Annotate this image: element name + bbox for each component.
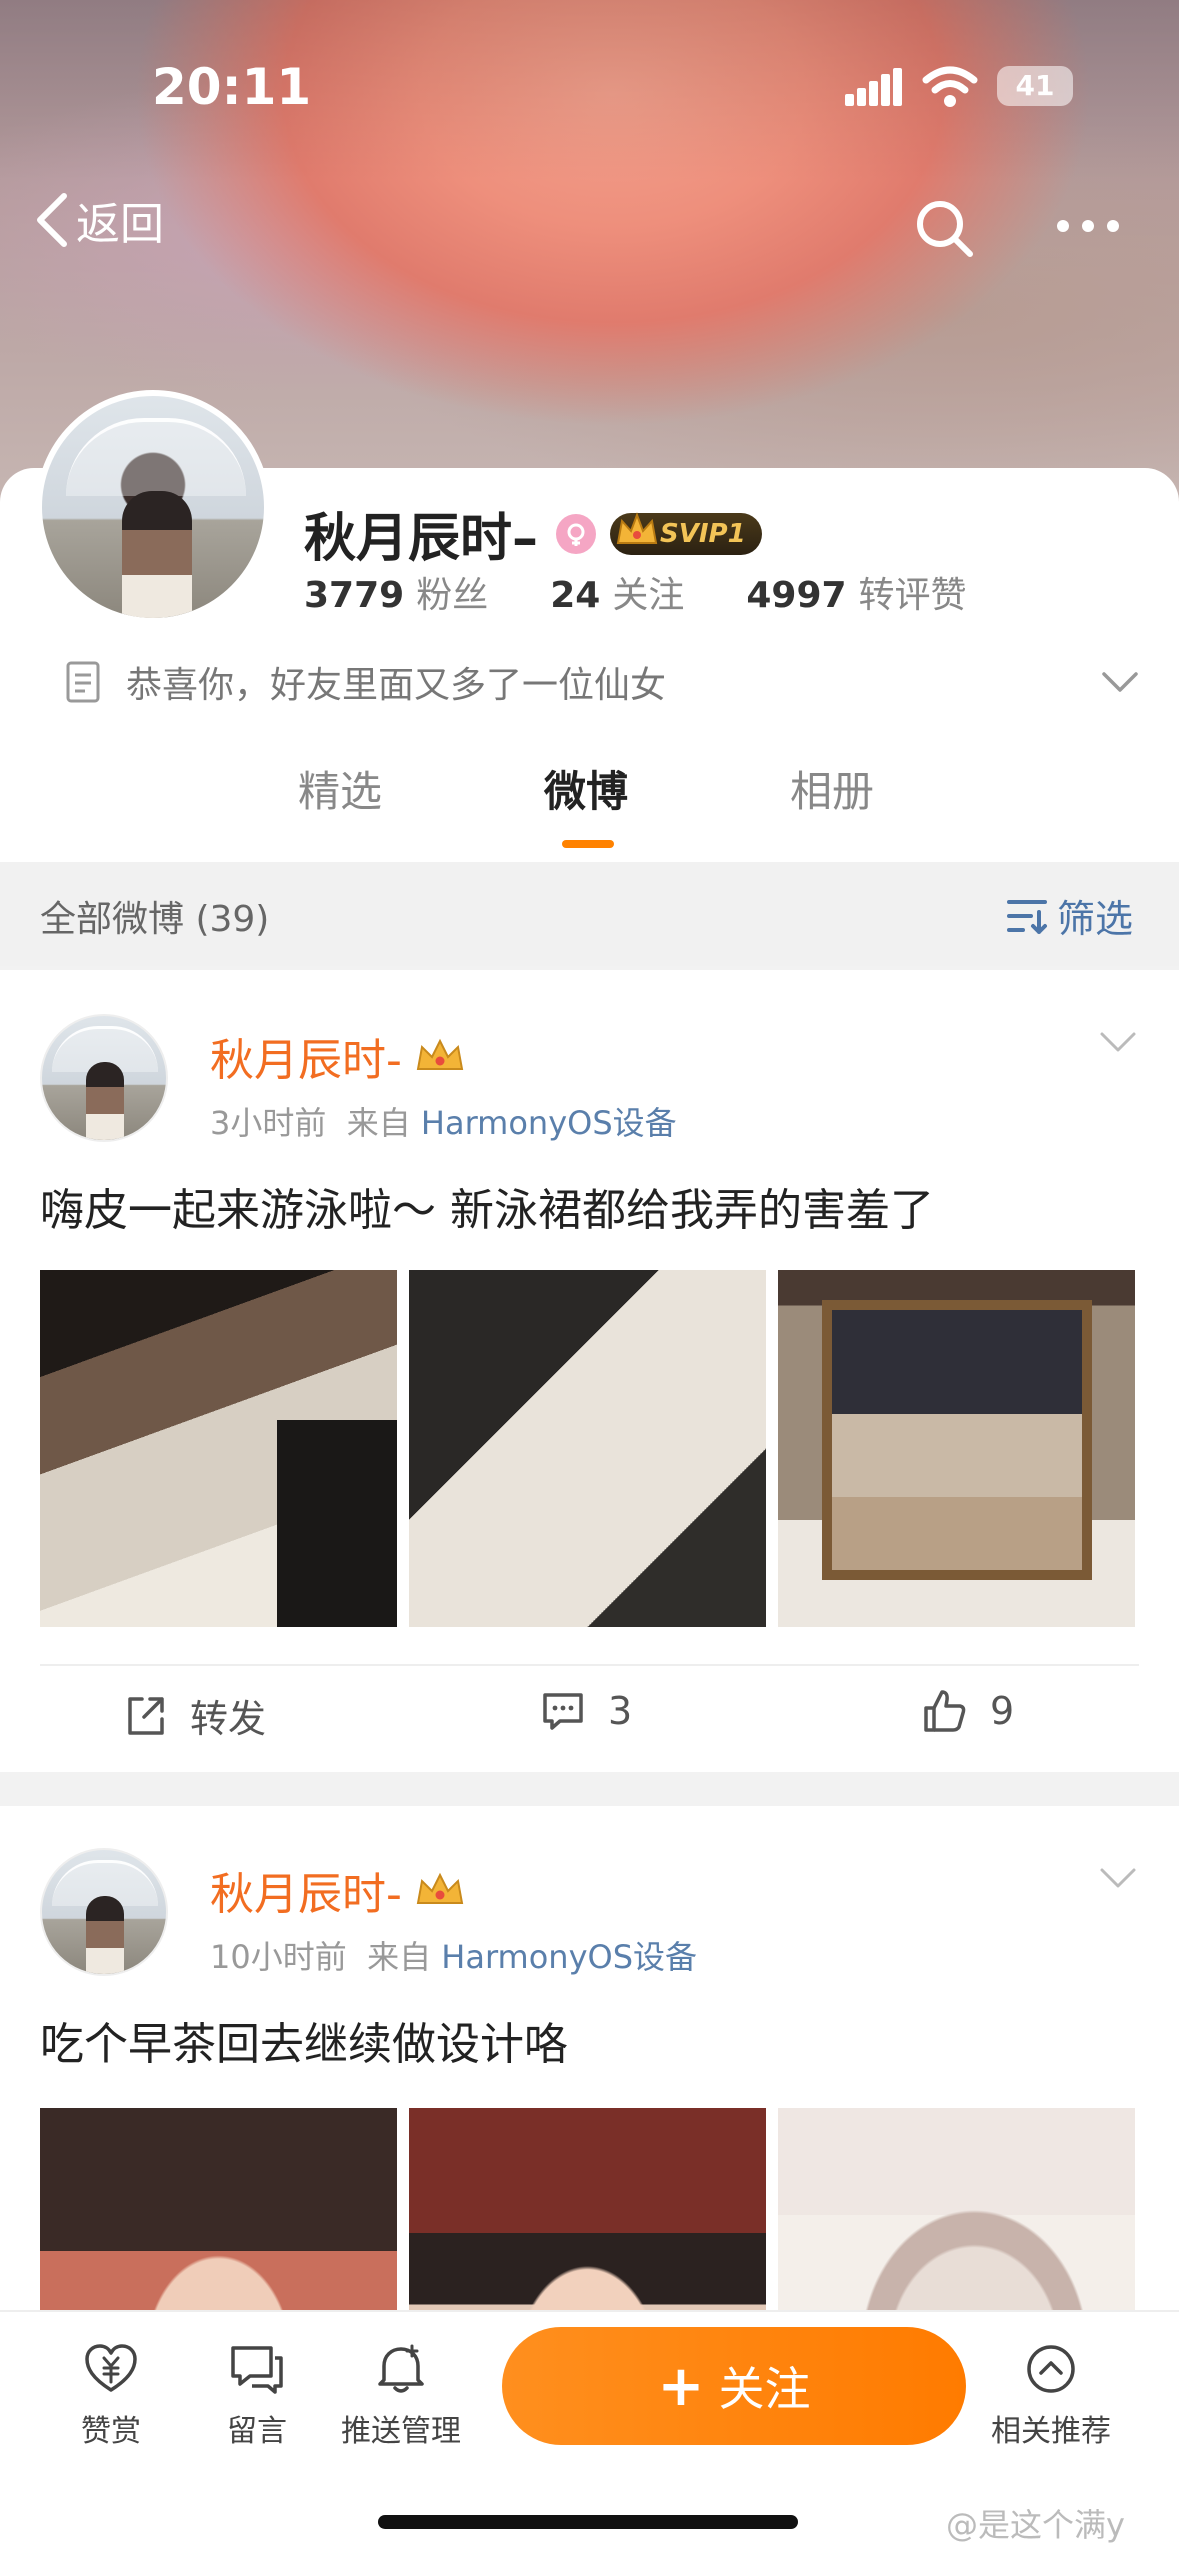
- svip-badge[interactable]: SVIP1: [610, 511, 762, 555]
- post-avatar[interactable]: [40, 1848, 168, 1976]
- more-icon[interactable]: [1055, 218, 1121, 234]
- watermark: @是这个满y: [946, 2506, 1125, 2544]
- profile-name-row: 秋月辰时– SVIP1: [304, 496, 762, 571]
- message-button[interactable]: 留言: [192, 2340, 322, 2450]
- post-text: 吃个早茶回去继续做设计咯: [40, 2019, 568, 2070]
- search-icon[interactable]: [912, 196, 976, 260]
- crown-icon: [416, 1038, 464, 1070]
- reward-icon: [85, 2344, 137, 2392]
- chevron-down-icon[interactable]: [1100, 670, 1140, 694]
- cellular-signal-icon: [845, 68, 903, 106]
- message-icon: [231, 2346, 283, 2394]
- post-image[interactable]: [40, 1270, 397, 1627]
- post-author-row[interactable]: 秋月辰时-: [210, 1858, 468, 1922]
- post-author-row[interactable]: 秋月辰时-: [210, 1024, 468, 1088]
- post-author: 秋月辰时-: [210, 1035, 402, 1086]
- profile-bio: 恭喜你，好友里面又多了一位仙女: [64, 656, 666, 708]
- followers-stat[interactable]: 3779 粉丝: [304, 566, 488, 618]
- profile-stats: 3779 粉丝 24 关注 4997 转评赞: [304, 566, 1029, 618]
- filter-button[interactable]: 筛选: [1005, 888, 1133, 943]
- back-button[interactable]: 返回: [30, 188, 164, 252]
- post-card[interactable]: 秋月辰时- 3小时前 来自 HarmonyOS设备 嗨皮一起来游泳啦～ 新泳裙都…: [0, 970, 1179, 1772]
- document-icon: [66, 661, 100, 703]
- thumbs-up-icon: [924, 1690, 966, 1732]
- tab-weibo[interactable]: 微博: [544, 758, 628, 819]
- status-time: 20:11: [152, 58, 312, 116]
- repost-button[interactable]: 转发: [122, 1688, 266, 1743]
- chevron-left-icon: [37, 193, 67, 247]
- post-meta: 3小时前 来自 HarmonyOS设备: [210, 1104, 677, 1142]
- active-tab-indicator: [562, 840, 614, 848]
- plus-icon: +: [657, 2353, 705, 2419]
- likes-stat[interactable]: 4997 转评赞: [746, 566, 966, 618]
- bell-icon: [378, 2344, 424, 2393]
- post-card[interactable]: 秋月辰时- 10小时前 来自 HarmonyOS设备 吃个早茶回去继续做设计咯: [0, 1806, 1179, 2465]
- tab-featured[interactable]: 精选: [298, 758, 382, 819]
- chevron-down-icon[interactable]: [1098, 1030, 1138, 1054]
- post-images: [40, 1270, 1135, 1627]
- follow-button[interactable]: + 关注: [502, 2327, 966, 2445]
- reward-button[interactable]: 赞赏: [46, 2340, 176, 2450]
- status-bar: 20:11 41: [0, 50, 1179, 120]
- home-indicator[interactable]: [378, 2515, 798, 2529]
- share-icon: [128, 1696, 164, 1735]
- filter-icon: [1006, 899, 1047, 934]
- comment-icon: [543, 1693, 583, 1730]
- post-author: 秋月辰时-: [210, 1869, 402, 1920]
- post-actions: 转发 3 9: [0, 1666, 1179, 1766]
- post-image[interactable]: [409, 1270, 766, 1627]
- battery-indicator: 41: [997, 66, 1073, 106]
- back-label: 返回: [76, 199, 164, 250]
- bio-text: 恭喜你，好友里面又多了一位仙女: [126, 665, 667, 706]
- profile-avatar[interactable]: [36, 390, 270, 624]
- female-gender-icon: [556, 513, 597, 554]
- post-image[interactable]: [778, 1270, 1135, 1627]
- post-source[interactable]: HarmonyOS设备: [441, 1938, 697, 1976]
- chevron-up-circle-icon: [1027, 2345, 1075, 2393]
- like-button[interactable]: 9: [922, 1688, 1014, 1734]
- post-meta: 10小时前 来自 HarmonyOS设备: [210, 1938, 698, 1976]
- profile-name: 秋月辰时–: [304, 509, 539, 569]
- crown-icon: [416, 1872, 464, 1904]
- post-avatar[interactable]: [40, 1014, 168, 1142]
- push-settings-button[interactable]: 推送管理: [336, 2340, 466, 2450]
- wifi-icon: [922, 66, 978, 107]
- svip-label: SVIP1: [660, 518, 746, 549]
- all-posts-count: 全部微博 (39): [40, 899, 270, 940]
- post-text: 嗨皮一起来游泳啦～ 新泳裙都给我弄的害羞了: [40, 1185, 934, 1236]
- crown-icon: [616, 511, 658, 544]
- following-stat[interactable]: 24 关注: [550, 566, 684, 618]
- chevron-down-icon[interactable]: [1098, 1866, 1138, 1890]
- post-source[interactable]: HarmonyOS设备: [421, 1104, 677, 1142]
- comment-button[interactable]: 3: [540, 1688, 632, 1734]
- filter-bar: 全部微博 (39) 筛选: [0, 862, 1179, 966]
- filter-label: 筛选: [1056, 897, 1133, 941]
- tab-album[interactable]: 相册: [790, 758, 874, 819]
- related-recommend-button[interactable]: 相关推荐: [986, 2340, 1116, 2450]
